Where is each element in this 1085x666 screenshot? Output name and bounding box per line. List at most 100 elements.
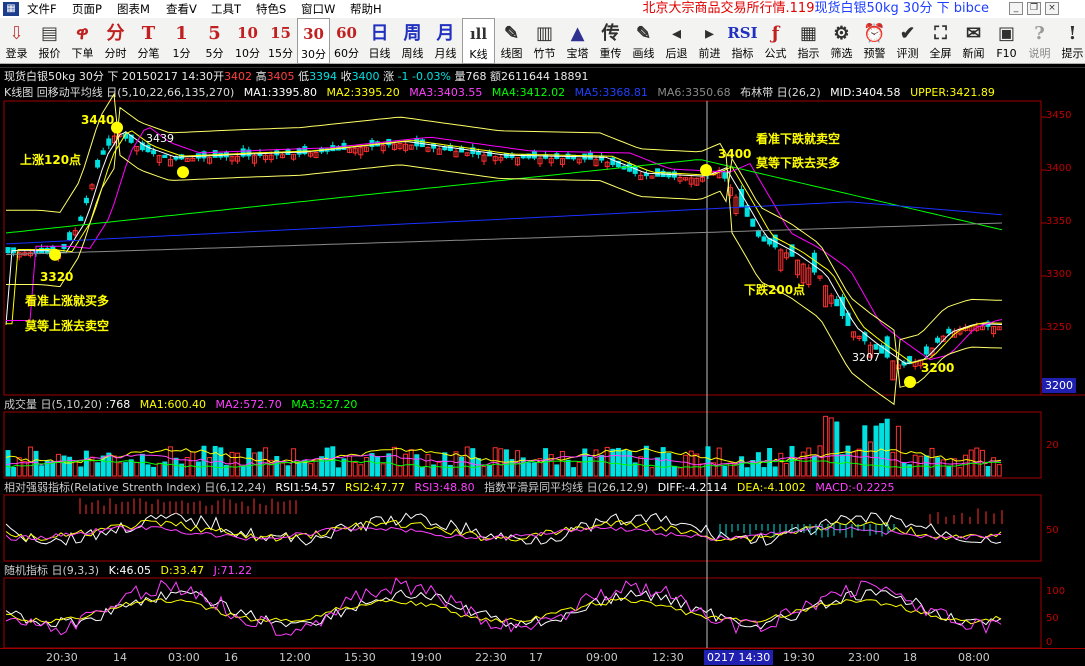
toolbar-button-tower[interactable]: ▲ 宝塔 bbox=[561, 18, 594, 64]
vol-ma3-value: MA3:527.20 bbox=[291, 398, 358, 411]
toolbar-button-hint[interactable]: ▦ 指示 bbox=[792, 18, 825, 64]
app-icon[interactable]: ▦ bbox=[3, 2, 19, 16]
news-icon: ✉ bbox=[965, 23, 982, 44]
ma3-line bbox=[6, 127, 1003, 361]
low-value: 3394 bbox=[309, 70, 338, 83]
volume-bar bbox=[985, 465, 991, 477]
evaluate-icon: ✔ bbox=[899, 23, 916, 44]
toolbar-button-one-min[interactable]: 1 1分 bbox=[165, 18, 198, 64]
volume-bar bbox=[823, 415, 829, 477]
toolbar-button-label: 周线 bbox=[401, 47, 424, 60]
menu-item[interactable]: 页面P bbox=[72, 1, 102, 17]
cursor-time-label: 0217 14:30 bbox=[704, 650, 774, 665]
symbol-name: 现货白银50kg bbox=[4, 70, 76, 83]
toolbar-button-news[interactable]: ✉ 新闻 bbox=[957, 18, 990, 64]
toolbar-button-alert[interactable]: ⏰ 预警 bbox=[858, 18, 891, 64]
kline-icon: ıll bbox=[469, 25, 488, 43]
menu-item[interactable]: 工具T bbox=[211, 1, 241, 17]
kdj-indicator-name[interactable]: 随机指标 日(9,3,3) bbox=[4, 564, 99, 577]
quote-info-line: 现货白银50kg 30分 下 20150217 14:30开3402 高3405… bbox=[0, 67, 1085, 84]
close-icon[interactable]: × bbox=[1045, 2, 1059, 15]
back-icon: ◂ bbox=[671, 23, 682, 44]
volume-bar bbox=[845, 445, 851, 477]
volume-indicator-name[interactable]: 成交量 日(5,10,20) bbox=[4, 398, 102, 411]
volume-bar bbox=[425, 454, 431, 477]
toolbar-button-order[interactable]: ዋ 下单 bbox=[66, 18, 99, 64]
toolbar: ⇩ 登录 ▤ 报价 ዋ 下单分分时 T 分笔 1 1分 5 5分 10 10分 15 15分 30 30分 60 60… bbox=[0, 18, 1085, 64]
minimize-icon[interactable]: _ bbox=[1009, 2, 1023, 15]
toolbar-button-tick[interactable]: T 分笔 bbox=[132, 18, 165, 64]
candle-body bbox=[873, 344, 879, 350]
candle-body bbox=[67, 232, 73, 241]
toolbar-button-reload[interactable]: 传重传 bbox=[594, 18, 627, 64]
time-tick: 15:30 bbox=[344, 651, 376, 664]
toolbar-button-help[interactable]: ? 说明 bbox=[1023, 18, 1056, 64]
volume-bar bbox=[649, 467, 655, 477]
menu-item[interactable]: 文件F bbox=[27, 1, 57, 17]
time: 14:30 bbox=[181, 70, 214, 83]
menu-item[interactable]: 特色S bbox=[256, 1, 286, 17]
price-tick-3450: 3450 bbox=[1046, 110, 1072, 121]
volume-bar bbox=[867, 441, 873, 477]
price-tick-3250: 3250 bbox=[1046, 322, 1072, 333]
volume-bar bbox=[638, 456, 644, 477]
toolbar-button-f10[interactable]: ▣ F10 bbox=[990, 18, 1023, 64]
menu-item[interactable]: 图表M bbox=[117, 1, 150, 17]
toolbar-button-timeshare[interactable]: 分分时 bbox=[99, 18, 132, 64]
toolbar-button-back[interactable]: ◂ 后退 bbox=[660, 18, 693, 64]
toolbar-button-five-min[interactable]: 5 5分 bbox=[198, 18, 231, 64]
toolbar-button-label: 10分 bbox=[235, 47, 260, 60]
volume-bar bbox=[548, 454, 554, 477]
toolbar-button-kline[interactable]: ıll K线 bbox=[462, 18, 495, 64]
toolbar-button-month[interactable]: 月月线 bbox=[429, 18, 462, 64]
kdj-panel-frame bbox=[3, 577, 1042, 648]
volume-bar bbox=[699, 463, 705, 477]
formula-icon: ƒ bbox=[771, 23, 780, 44]
macd-indicator-name[interactable]: 指数平滑异同平均线 日(26,12,9) bbox=[484, 481, 648, 494]
rsi-indicator-name[interactable]: 相对强弱指标(Relative Strenth Index) 日(6,12,24… bbox=[4, 481, 266, 494]
toolbar-button-bamboo[interactable]: ▥ 竹节 bbox=[528, 18, 561, 64]
price-marker-dot bbox=[49, 248, 61, 261]
marker-label-3207: 3207 bbox=[852, 351, 880, 364]
toolbar-button-formula[interactable]: ƒ 公式 bbox=[759, 18, 792, 64]
volume-bar bbox=[145, 464, 151, 477]
restore-icon[interactable]: ❐ bbox=[1027, 2, 1041, 15]
toolbar-button-indicator[interactable]: RSI 指标 bbox=[726, 18, 759, 64]
rsi-tick-50: 50 bbox=[1046, 525, 1059, 536]
toolbar-button-label: 全屏 bbox=[929, 47, 952, 60]
volume-bar bbox=[195, 461, 201, 477]
volume-bar bbox=[783, 462, 789, 477]
ma2-line bbox=[6, 130, 1003, 364]
toolbar-button-fifteen-min[interactable]: 15 15分 bbox=[264, 18, 297, 64]
menu-item[interactable]: 查看V bbox=[166, 1, 197, 17]
volume-bar bbox=[173, 457, 179, 477]
toolbar-button-thirty-min[interactable]: 30 30分 bbox=[297, 18, 330, 64]
menu-item[interactable]: 帮助H bbox=[350, 1, 382, 17]
ma4-line bbox=[5, 159, 1003, 234]
toolbar-button-forward[interactable]: ▸ 前进 bbox=[693, 18, 726, 64]
toolbar-button-draw[interactable]: ✎ 画线 bbox=[627, 18, 660, 64]
toolbar-button-login[interactable]: ⇩ 登录 bbox=[0, 18, 33, 64]
ma5-line bbox=[5, 201, 1003, 245]
toolbar-button-day[interactable]: 日日线 bbox=[363, 18, 396, 64]
toolbar-button-ten-min[interactable]: 10 10分 bbox=[231, 18, 264, 64]
volume-bar bbox=[380, 463, 386, 477]
volume-label: 量 bbox=[454, 70, 466, 83]
menu-item[interactable]: 窗口W bbox=[301, 1, 335, 17]
time-tick: 12:30 bbox=[652, 651, 684, 664]
candle-body bbox=[95, 159, 101, 168]
volume-bar bbox=[901, 462, 907, 477]
toolbar-button-sixty-min[interactable]: 60 60分 bbox=[330, 18, 363, 64]
toolbar-button-label: 画线 bbox=[632, 47, 655, 60]
toolbar-button-week[interactable]: 周周线 bbox=[396, 18, 429, 64]
toolbar-button-evaluate[interactable]: ✔ 评测 bbox=[891, 18, 924, 64]
toolbar-button-filter[interactable]: ⚙ 筛选 bbox=[825, 18, 858, 64]
volume-bar bbox=[39, 465, 45, 477]
volume-bar bbox=[744, 467, 750, 477]
volume-bar bbox=[716, 447, 722, 477]
toolbar-button-tips[interactable]: ! 提示 bbox=[1056, 18, 1085, 64]
toolbar-button-line-chart[interactable]: ✎ 线图 bbox=[495, 18, 528, 64]
title-symbol: 现货白银50kg 30分 下 bibce bbox=[814, 1, 989, 16]
toolbar-button-quote[interactable]: ▤ 报价 bbox=[33, 18, 66, 64]
toolbar-button-fullscreen[interactable]: ⛶ 全屏 bbox=[924, 18, 957, 64]
